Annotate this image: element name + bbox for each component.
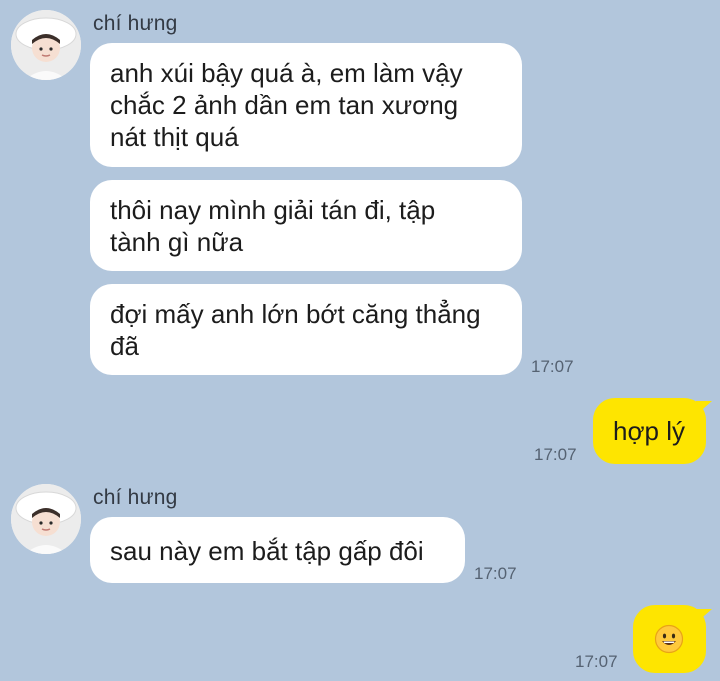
message-timestamp: 17:07: [531, 357, 574, 376]
avatar[interactable]: [11, 484, 81, 554]
message-timestamp: 17:07: [474, 564, 517, 583]
message-timestamp: 17:07: [534, 445, 577, 464]
message-text: đã: [110, 331, 139, 361]
sender-name: chí hưng: [93, 486, 178, 509]
grinning-face-icon: [654, 624, 684, 654]
message-text: thôi nay mình giải tán đi, tập: [110, 195, 436, 225]
profile-photo-icon: [11, 10, 81, 80]
message-timestamp: 17:07: [575, 652, 618, 671]
message-bubble[interactable]: [633, 605, 706, 673]
message-text: sau này em bắt tập gấp đôi: [110, 536, 424, 566]
message-bubble[interactable]: anh xúi bậy quá à, em làm vậy chắc 2 ảnh…: [90, 43, 522, 167]
message-bubble[interactable]: sau này em bắt tập gấp đôi: [90, 517, 465, 583]
message-text: anh xúi bậy quá à, em làm vậy: [110, 58, 463, 88]
message-text: tành gì nữa: [110, 227, 244, 257]
sender-name: chí hưng: [93, 12, 178, 35]
message-text: hợp lý: [613, 416, 685, 446]
message-text: chắc 2 ảnh dần em tan xương: [110, 90, 459, 120]
profile-photo-icon: [11, 484, 81, 554]
message-bubble[interactable]: thôi nay mình giải tán đi, tập tành gì n…: [90, 180, 522, 271]
message-bubble[interactable]: đợi mấy anh lớn bớt căng thẳng đã: [90, 284, 522, 375]
message-bubble[interactable]: hợp lý: [593, 398, 706, 464]
message-text: nát thịt quá: [110, 122, 239, 152]
avatar[interactable]: [11, 10, 81, 80]
message-text: đợi mấy anh lớn bớt căng thẳng: [110, 299, 481, 329]
